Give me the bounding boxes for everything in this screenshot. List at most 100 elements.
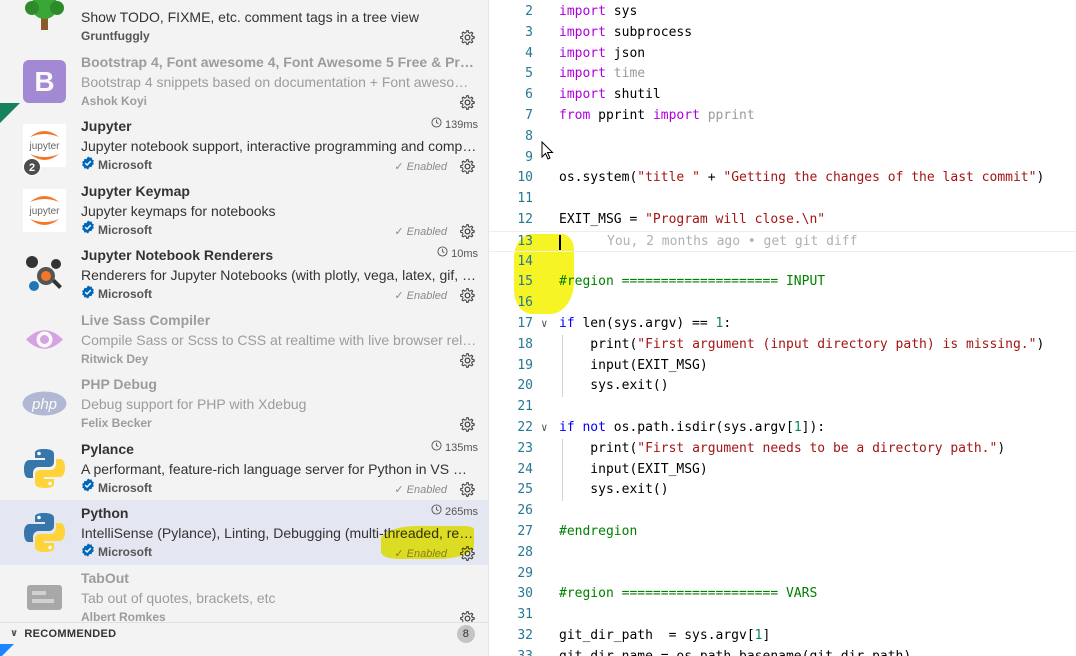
code-line[interactable]: 30 #region ==================== VARS bbox=[489, 584, 1076, 605]
code-text: git_dir_name = os.path.basename(git_dir_… bbox=[559, 647, 911, 656]
line-number: 7 bbox=[525, 107, 533, 123]
code-line[interactable]: 27 #endregion bbox=[489, 522, 1076, 543]
code-token: json bbox=[605, 45, 646, 61]
code-token: import bbox=[559, 87, 606, 103]
code-line[interactable]: 9 bbox=[489, 148, 1076, 169]
code-line[interactable]: 11 bbox=[489, 189, 1076, 210]
clock-icon bbox=[437, 244, 448, 264]
code-line[interactable]: 28 bbox=[489, 543, 1076, 564]
line-number: 19 bbox=[517, 357, 533, 373]
code-token: import bbox=[559, 24, 606, 40]
code-text: sys.exit() bbox=[559, 376, 668, 397]
line-number: 8 bbox=[525, 128, 533, 144]
code-line[interactable]: 24 input(EXIT_MSG) bbox=[489, 459, 1076, 481]
code-line[interactable]: 33 git_dir_name = os.path.basename(git_di… bbox=[489, 647, 1076, 656]
fold-chevron-icon[interactable]: ∨ bbox=[541, 314, 548, 335]
code-line[interactable]: 26 bbox=[489, 501, 1076, 522]
line-number: 12 bbox=[517, 211, 533, 227]
code-line[interactable]: 5 import time bbox=[489, 64, 1076, 85]
extension-item[interactable]: php PHP Debug Debug support for PHP with X… bbox=[0, 371, 489, 436]
code-text: if not os.path.isdir(sys.argv[1]): bbox=[559, 418, 825, 439]
code-token: sys bbox=[605, 4, 638, 19]
svg-text:jupyter: jupyter bbox=[28, 206, 60, 217]
code-line[interactable]: 10 os.system("title " + "Getting the chan… bbox=[489, 168, 1076, 189]
svg-text:jupyter: jupyter bbox=[28, 141, 60, 152]
code-editor[interactable]: 2 import sys 3 import subprocess 4 import jso… bbox=[489, 0, 1076, 656]
extension-item[interactable]: Show TODO, FIXME, etc. comment tags in a… bbox=[0, 0, 489, 49]
code-line[interactable]: 12 EXIT_MSG = "Program will close.\n" bbox=[489, 210, 1076, 231]
code-line[interactable]: 31 bbox=[489, 605, 1076, 626]
line-number: 9 bbox=[525, 149, 533, 165]
code-text: #region ==================== VARS bbox=[559, 584, 817, 605]
code-line[interactable]: 25 sys.exit() bbox=[489, 480, 1076, 502]
recommended-count-badge: 8 bbox=[457, 625, 475, 643]
extension-details: PHP Debug Debug support for PHP with Xdeb… bbox=[81, 374, 477, 432]
chevron-down-icon: ∨ bbox=[10, 628, 19, 639]
code-text: os.system("title " + "Getting the change… bbox=[559, 168, 1044, 189]
extension-item[interactable]: B Bootstrap 4, Font awesome 4, Font Aweso… bbox=[0, 49, 489, 114]
code-line[interactable]: 13 You, 2 months ago • get git diff bbox=[489, 230, 1076, 252]
code-line[interactable]: 15 #region ==================== INPUT bbox=[489, 272, 1076, 293]
enabled-status: ✓ Enabled bbox=[394, 290, 447, 302]
code-token: print( bbox=[559, 440, 638, 456]
code-token: 1 bbox=[793, 419, 802, 435]
fold-chevron-icon[interactable]: ∨ bbox=[541, 418, 548, 439]
extension-description: Renderers for Jupyter Notebooks (with pl… bbox=[81, 267, 477, 283]
code-line[interactable]: 20 sys.exit() bbox=[489, 376, 1076, 398]
code-line[interactable]: 8 bbox=[489, 127, 1076, 148]
extension-name: Pylance bbox=[81, 440, 134, 457]
code-token: "Getting the changes of the last commit" bbox=[723, 170, 1037, 186]
code-line[interactable]: 32 git_dir_path = sys.argv[1] bbox=[489, 626, 1076, 647]
extension-description: Jupyter notebook support, interactive pr… bbox=[81, 138, 477, 154]
recommended-label: RECOMMENDED bbox=[24, 627, 117, 640]
publisher-name: Microsoft bbox=[98, 545, 152, 559]
extension-name: Jupyter bbox=[81, 118, 132, 134]
code-line[interactable]: 21 bbox=[489, 397, 1076, 418]
extension-item[interactable]: jupyter 2 Jupyter Jupyter notebook support,… bbox=[0, 113, 489, 178]
code-line[interactable]: 4 import json bbox=[489, 44, 1076, 65]
code-token: time bbox=[605, 66, 646, 82]
code-line[interactable]: 18 print("First argument (input director… bbox=[489, 334, 1076, 356]
line-number: 31 bbox=[517, 607, 533, 623]
extension-item[interactable]: TabOut Tab out of quotes, brackets, etc Al… bbox=[0, 565, 489, 630]
code-line[interactable]: 7 from pprint import pprint bbox=[489, 106, 1076, 127]
enabled-label: Enabled bbox=[406, 483, 447, 496]
publisher-name: Ritwick Dey bbox=[81, 351, 149, 366]
extension-description: Jupyter keymaps for notebooks bbox=[81, 202, 276, 219]
code-line[interactable]: 16 bbox=[489, 293, 1076, 314]
extension-publisher: Ashok Koyi bbox=[81, 92, 477, 110]
extension-description: Compile Sass or Scss to CSS at realtime … bbox=[81, 331, 477, 348]
extension-details: TabOut Tab out of quotes, brackets, etc Al… bbox=[81, 568, 477, 626]
code-token: ]): bbox=[801, 419, 826, 435]
extension-details: Bootstrap 4, Font awesome 4, Font Awesom… bbox=[81, 52, 477, 110]
code-text: import json bbox=[559, 44, 645, 65]
code-line[interactable]: 23 print("First argument needs to be a d… bbox=[489, 438, 1076, 460]
extension-item[interactable]: Live Sass Compiler Compile Sass or Scss t… bbox=[0, 307, 489, 372]
extension-item[interactable]: Jupyter Notebook Renderers Renderers for … bbox=[0, 242, 489, 307]
line-number: 20 bbox=[517, 378, 533, 394]
code-token: import bbox=[559, 45, 606, 61]
activation-time: 135ms bbox=[431, 438, 478, 458]
line-number: 18 bbox=[517, 336, 533, 352]
code-line[interactable]: 29 bbox=[489, 564, 1076, 585]
code-text: #region ==================== INPUT bbox=[559, 272, 825, 293]
enabled-label: Enabled bbox=[406, 290, 447, 302]
line-number: 27 bbox=[517, 523, 533, 539]
line-number: 32 bbox=[517, 627, 533, 643]
code-line[interactable]: 6 import shutil bbox=[489, 85, 1076, 106]
code-line[interactable]: 3 import subprocess bbox=[489, 23, 1076, 44]
code-line[interactable]: 2 import sys bbox=[489, 2, 1076, 23]
git-blame-annotation: You, 2 months ago • get git diff bbox=[607, 233, 858, 249]
recommended-section-header[interactable]: ∨ RECOMMENDED 8 bbox=[0, 622, 489, 644]
extension-item[interactable]: jupyter Jupyter Keymap Jupyter keymaps for… bbox=[0, 178, 489, 243]
code-line[interactable]: 14 bbox=[489, 252, 1076, 273]
activation-time: 139ms bbox=[431, 115, 478, 135]
activation-time-value: 135ms bbox=[444, 441, 478, 454]
activation-time: 10ms bbox=[437, 244, 478, 264]
code-line[interactable]: 17 ∨ if len(sys.argv) == 1: bbox=[489, 314, 1076, 335]
verified-icon bbox=[81, 155, 95, 175]
extension-item[interactable]: Pylance A performant, feature-rich langua… bbox=[0, 436, 489, 501]
code-line[interactable]: 22 ∨ if not os.path.isdir(sys.argv[1]): bbox=[489, 418, 1076, 439]
code-line[interactable]: 19 input(EXIT_MSG) bbox=[489, 355, 1076, 377]
line-number: 15 bbox=[517, 274, 533, 290]
